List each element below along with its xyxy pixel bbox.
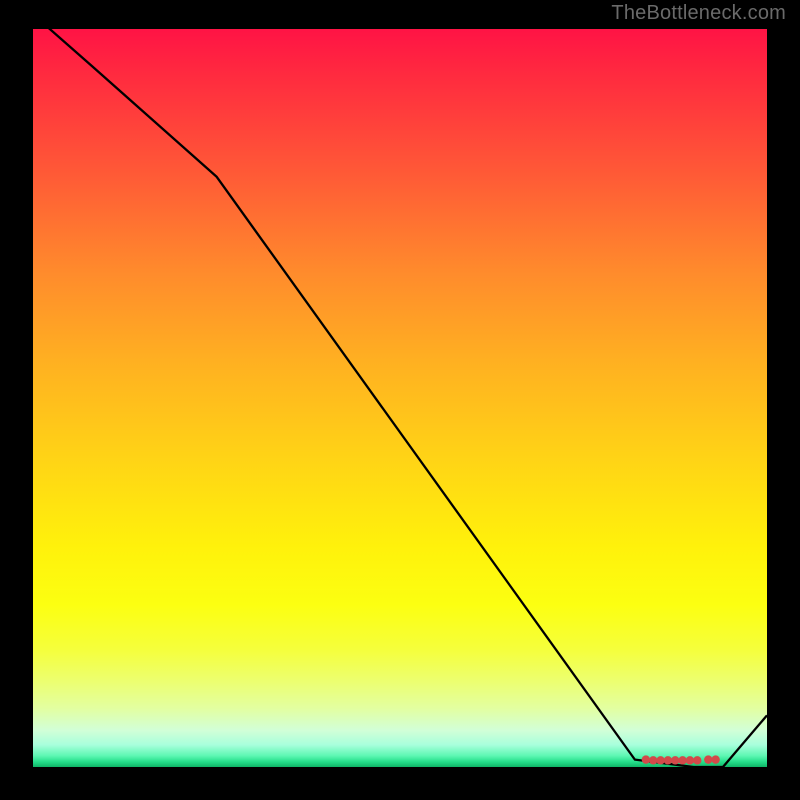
marker-point: [649, 756, 657, 764]
data-curve: [33, 29, 767, 767]
chart-svg: [33, 29, 767, 767]
marker-point: [671, 756, 679, 764]
marker-point: [664, 756, 672, 764]
marker-point: [686, 756, 694, 764]
chart-container: TheBottleneck.com: [0, 0, 800, 800]
marker-group: [642, 755, 720, 764]
marker-point: [678, 756, 686, 764]
marker-point: [642, 755, 650, 763]
marker-point: [656, 756, 664, 764]
attribution-text: TheBottleneck.com: [611, 2, 786, 25]
plot-area: [33, 29, 767, 767]
marker-point: [693, 756, 701, 764]
marker-point: [704, 755, 712, 763]
marker-point: [711, 755, 719, 763]
